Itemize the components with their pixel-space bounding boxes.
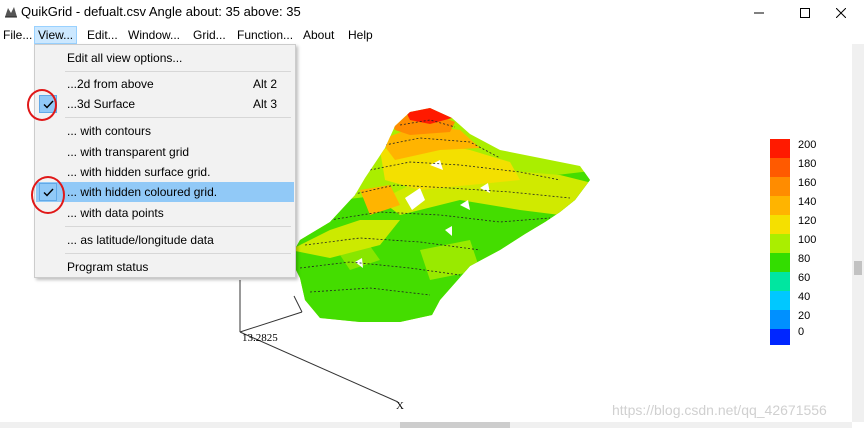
menu-function[interactable]: Function... xyxy=(234,26,296,44)
legend-swatch xyxy=(770,139,790,158)
axis-value-label: 13.2825 xyxy=(242,332,278,344)
menu-item-with-transparent-grid[interactable]: ... with transparent grid xyxy=(36,142,294,162)
menu-item-with-data-points[interactable]: ... with data points xyxy=(36,203,294,223)
quikgrid-icon xyxy=(5,7,17,18)
legend-swatch xyxy=(770,310,790,329)
legend-swatch xyxy=(770,253,790,272)
menu-about[interactable]: About xyxy=(300,26,337,44)
window-title: QuikGrid - defualt.csv Angle about: 35 a… xyxy=(21,4,301,19)
menu-file[interactable]: File... xyxy=(0,26,35,44)
menu-item-label: ...3d Surface xyxy=(67,97,136,111)
legend-swatch xyxy=(770,329,790,345)
close-icon xyxy=(836,8,846,18)
legend-label: 20 xyxy=(798,310,811,322)
legend-label: 200 xyxy=(798,139,817,151)
menu-item-accelerator: Alt 2 xyxy=(253,77,278,91)
legend-label: 120 xyxy=(798,215,817,227)
legend-label: 40 xyxy=(798,291,811,303)
menu-separator xyxy=(65,117,291,118)
menu-help[interactable]: Help xyxy=(345,26,376,44)
menu-item-with-contours[interactable]: ... with contours xyxy=(36,121,294,141)
menu-item-label: ... with transparent grid xyxy=(67,145,190,159)
watermark: https://blog.csdn.net/qq_42671556 xyxy=(612,402,827,418)
menu-item-label: ... with hidden coloured grid. xyxy=(67,185,218,199)
horizontal-scroll-thumb[interactable] xyxy=(400,422,510,428)
menu-item-edit-all-view-options[interactable]: Edit all view options... xyxy=(36,48,294,68)
legend-swatch xyxy=(770,158,790,177)
menu-item-program-status[interactable]: Program status xyxy=(36,257,294,277)
menu-item-as-latitude-longitude[interactable]: ... as latitude/longitude data xyxy=(36,230,294,250)
maximize-icon xyxy=(800,8,810,18)
menu-separator xyxy=(65,253,291,254)
menu-item-label: ... with hidden surface grid. xyxy=(67,165,211,179)
menu-item-3d-surface[interactable]: ...3d Surface Alt 3 xyxy=(36,94,294,114)
legend-swatch xyxy=(770,291,790,310)
legend-swatch xyxy=(770,215,790,234)
minimize-button[interactable] xyxy=(736,0,782,26)
menu-edit[interactable]: Edit... xyxy=(84,26,121,44)
legend-label: 160 xyxy=(798,177,817,189)
minimize-icon xyxy=(754,12,764,14)
menu-item-label: ... with data points xyxy=(67,206,164,220)
menu-separator xyxy=(65,71,291,72)
annotation-circle xyxy=(27,89,57,121)
legend-label: 60 xyxy=(798,272,811,284)
annotation-circle xyxy=(31,176,65,214)
legend-label: 140 xyxy=(798,196,817,208)
view-menu-dropdown: Edit all view options... ...2d from abov… xyxy=(34,44,296,278)
legend-label: 80 xyxy=(798,253,811,265)
menu-item-label: Edit all view options... xyxy=(67,51,183,65)
legend-swatch xyxy=(770,272,790,291)
title-bar: QuikGrid - defualt.csv Angle about: 35 a… xyxy=(0,0,864,26)
menu-window[interactable]: Window... xyxy=(125,26,183,44)
menu-item-2d-from-above[interactable]: ...2d from above Alt 2 xyxy=(36,74,294,94)
menu-separator xyxy=(65,226,291,227)
menu-item-label: ... with contours xyxy=(67,124,152,138)
menu-bar: File... View... Edit... Window... Grid..… xyxy=(0,26,864,44)
axis-x-label: X xyxy=(396,400,404,412)
legend-swatch xyxy=(770,196,790,215)
horizontal-scrollbar[interactable] xyxy=(0,422,852,428)
legend-label: 180 xyxy=(798,158,817,170)
legend-swatch xyxy=(770,234,790,253)
menu-item-label: Program status xyxy=(67,260,149,274)
legend-swatch xyxy=(770,177,790,196)
vertical-scrollbar[interactable] xyxy=(852,44,864,422)
vertical-scroll-thumb[interactable] xyxy=(854,261,862,275)
menu-view[interactable]: View... xyxy=(34,26,78,44)
menu-item-with-hidden-surface-grid[interactable]: ... with hidden surface grid. xyxy=(36,162,294,182)
legend-label: 0 xyxy=(798,326,805,338)
menu-item-with-hidden-coloured-grid[interactable]: ... with hidden coloured grid. xyxy=(36,182,294,202)
menu-grid[interactable]: Grid... xyxy=(190,26,229,44)
close-button[interactable] xyxy=(818,0,864,26)
menu-item-label: ...2d from above xyxy=(67,77,154,91)
legend-label: 100 xyxy=(798,234,817,246)
menu-item-label: ... as latitude/longitude data xyxy=(67,233,214,247)
menu-item-accelerator: Alt 3 xyxy=(253,97,278,111)
